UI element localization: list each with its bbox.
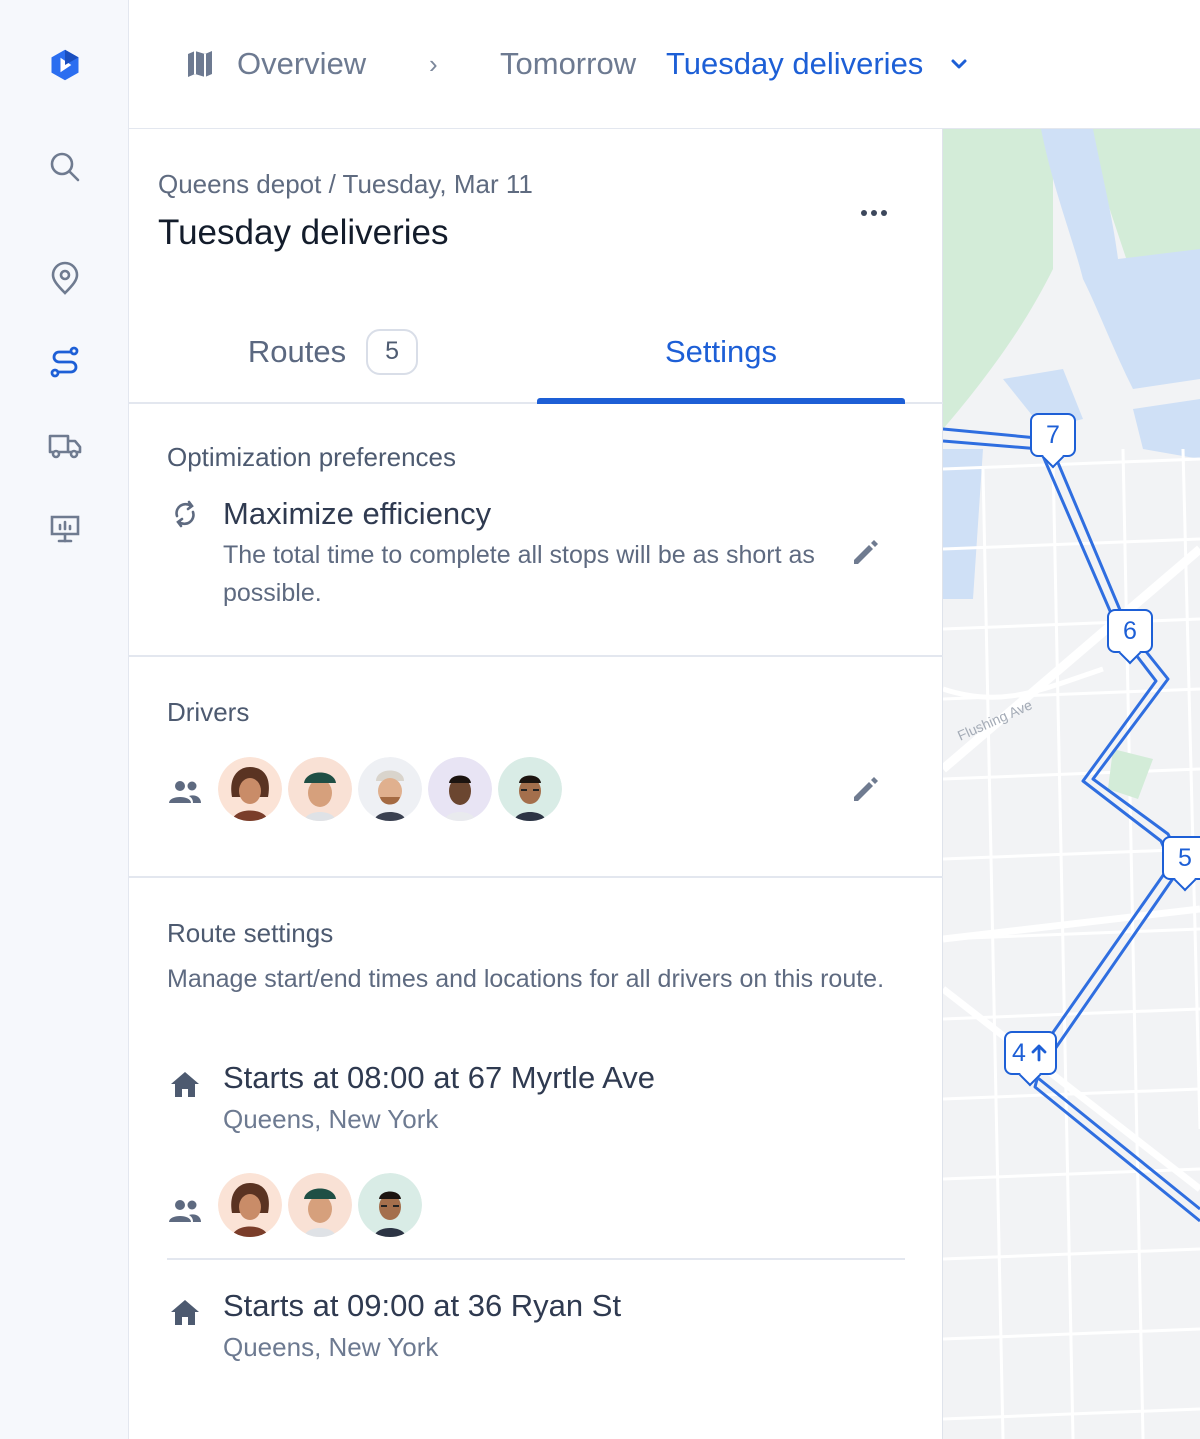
tab-routes-label: Routes — [247, 333, 347, 369]
home-icon — [171, 1300, 199, 1325]
route-settings-description: Manage start/end times and locations for… — [167, 965, 885, 993]
stop-number: 4 — [1012, 1038, 1026, 1067]
home-icon — [171, 1072, 199, 1097]
people-icon — [169, 1200, 201, 1222]
search-icon[interactable] — [40, 142, 90, 192]
stop-marker[interactable]: 5 — [1162, 836, 1200, 880]
avatar[interactable] — [288, 757, 352, 821]
avatar[interactable] — [498, 757, 562, 821]
breadcrumb-overview-label: Overview — [237, 46, 367, 81]
plan-dropdown-label: Tuesday deliveries — [666, 46, 924, 81]
optimization-title: Maximize efficiency — [223, 496, 492, 531]
app-logo-icon[interactable] — [40, 40, 90, 90]
optimization-section: Optimization preferences Maximize effici… — [129, 404, 943, 657]
tab-routes[interactable]: Routes 5 — [129, 301, 537, 402]
map-base — [943, 129, 1200, 1439]
tab-settings-label: Settings — [664, 333, 777, 369]
start-location-row[interactable]: Starts at 09:00 at 36 Ryan St Queens, Ne… — [167, 1288, 907, 1388]
stop-marker[interactable]: 7 — [1030, 413, 1076, 457]
more-horizontal-icon — [861, 210, 887, 216]
optimization-label: Optimization preferences — [167, 442, 457, 472]
avatar[interactable] — [218, 1173, 282, 1237]
plan-dropdown[interactable]: Tuesday deliveries — [666, 40, 973, 88]
routes-icon[interactable] — [40, 337, 90, 387]
stop-number: 7 — [1046, 420, 1060, 449]
start-location-row[interactable]: Starts at 08:00 at 67 Myrtle Ave Queens,… — [167, 1060, 907, 1160]
top-bar: Overview › Tomorrow Tuesday deliveries — [129, 0, 1200, 129]
map-icon — [188, 51, 212, 77]
truck-icon[interactable] — [40, 420, 90, 470]
drivers-section: Drivers — [129, 657, 943, 878]
settings-panel: Queens depot / Tuesday, Mar 11 Tuesday d… — [129, 129, 943, 1439]
stop-marker[interactable]: 4 — [1004, 1031, 1057, 1075]
start-title: Starts at 08:00 at 67 Myrtle Ave — [223, 1060, 655, 1095]
presentation-chart-icon[interactable] — [40, 503, 90, 553]
chevron-down-icon — [951, 59, 967, 69]
divider — [167, 1258, 905, 1260]
edit-drivers-button[interactable] — [843, 767, 887, 811]
driver-avatars — [218, 757, 568, 821]
refresh-icon — [175, 500, 195, 528]
stop-number: 5 — [1178, 843, 1192, 872]
avatar[interactable] — [358, 757, 422, 821]
pencil-icon — [854, 777, 878, 801]
breadcrumb-tomorrow[interactable]: Tomorrow — [500, 40, 636, 88]
routes-count-badge: 5 — [366, 328, 419, 375]
sidebar-nav — [0, 0, 129, 1439]
start-location: Queens, New York — [223, 1332, 439, 1362]
start-title: Starts at 09:00 at 36 Ryan St — [223, 1288, 622, 1323]
start-driver-avatars — [218, 1173, 428, 1237]
arrow-up-icon — [1031, 1044, 1047, 1062]
page-title: Tuesday deliveries — [158, 213, 449, 252]
chevron-right-icon: › — [429, 48, 438, 79]
location-pin-icon[interactable] — [40, 254, 90, 304]
logo-mark — [51, 49, 79, 81]
avatar[interactable] — [358, 1173, 422, 1237]
tab-settings[interactable]: Settings — [537, 301, 905, 404]
people-icon — [169, 781, 201, 803]
route-settings-label: Route settings — [167, 918, 334, 948]
drivers-label: Drivers — [167, 697, 250, 727]
breadcrumb-overview[interactable]: Overview — [183, 40, 366, 88]
optimization-description: The total time to complete all stops wil… — [223, 541, 815, 607]
avatar[interactable] — [428, 757, 492, 821]
page-subtitle: Queens depot / Tuesday, Mar 11 — [158, 169, 533, 199]
route-map[interactable]: Flushing Ave 7 6 5 4 — [943, 129, 1200, 1439]
tab-bar: Routes 5 Settings — [129, 301, 943, 404]
avatar[interactable] — [218, 757, 282, 821]
stop-number: 6 — [1123, 616, 1137, 645]
edit-optimization-button[interactable] — [843, 530, 887, 574]
start-location: Queens, New York — [223, 1104, 439, 1134]
route-settings-section: Route settings Manage start/end times an… — [129, 878, 943, 1439]
pencil-icon — [854, 540, 878, 564]
avatar[interactable] — [288, 1173, 352, 1237]
stop-marker[interactable]: 6 — [1107, 609, 1153, 653]
more-options-button[interactable] — [851, 195, 897, 231]
